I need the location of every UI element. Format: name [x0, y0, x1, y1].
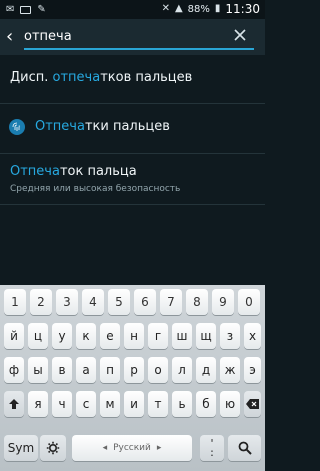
keyboard-row-3: я ч с м и т ь б ю — [0, 391, 265, 417]
fingerprint-icon — [9, 119, 25, 135]
keyboard-number-row: 1 2 3 4 5 6 7 8 9 0 — [0, 289, 265, 315]
backspace-icon — [245, 399, 259, 409]
key-ы[interactable]: ы — [28, 357, 48, 383]
search-input[interactable]: отпеча — [24, 28, 236, 46]
result-title: Отпечаток пальца — [10, 164, 137, 179]
punct-bottom-label: : — [210, 446, 214, 459]
keyboard-icon — [20, 6, 32, 14]
key-е[interactable]: е — [100, 323, 120, 349]
search-bar: ‹ отпеча — [0, 19, 265, 55]
key-б[interactable]: б — [196, 391, 216, 417]
key-ф[interactable]: ф — [4, 357, 24, 383]
result-title: Дисп. отпечатков пальцев — [10, 70, 193, 85]
key-6[interactable]: 6 — [134, 289, 156, 315]
sym-key[interactable]: Sym — [4, 435, 38, 461]
space-left-arrow-icon: ◂ — [102, 443, 108, 453]
key-н[interactable]: н — [124, 323, 144, 349]
space-language-label: Русский — [113, 443, 151, 453]
key-7[interactable]: 7 — [160, 289, 182, 315]
shift-key[interactable] — [4, 391, 24, 417]
key-ю[interactable]: ю — [220, 391, 240, 417]
key-и[interactable]: и — [124, 391, 144, 417]
backspace-key[interactable] — [244, 391, 261, 417]
punctuation-key[interactable]: ' : — [200, 435, 224, 461]
shift-icon — [9, 399, 19, 409]
message-icon: ✉ — [6, 4, 15, 15]
key-р[interactable]: р — [124, 357, 144, 383]
key-ь[interactable]: ь — [172, 391, 192, 417]
key-д[interactable]: д — [196, 357, 216, 383]
key-ч[interactable]: ч — [52, 391, 72, 417]
keyboard-bottom-row: Sym ◂ Русский ▸ ' : — [0, 435, 265, 461]
key-к[interactable]: к — [76, 323, 96, 349]
key-м[interactable]: м — [100, 391, 120, 417]
key-у[interactable]: у — [52, 323, 72, 349]
search-icon — [238, 441, 252, 455]
key-4[interactable]: 4 — [82, 289, 104, 315]
key-5[interactable]: 5 — [108, 289, 130, 315]
keyboard-row-1: й ц у к е н г ш щ з х — [0, 323, 265, 349]
key-т[interactable]: т — [148, 391, 168, 417]
status-left: ✉ ✎ — [6, 3, 46, 17]
signal-icon: ▲ — [174, 3, 183, 14]
key-й[interactable]: й — [4, 323, 24, 349]
key-г[interactable]: г — [148, 323, 168, 349]
battery-level: 88% — [187, 3, 210, 15]
clear-icon[interactable] — [233, 28, 247, 42]
key-ц[interactable]: ц — [28, 323, 48, 349]
space-key[interactable]: ◂ Русский ▸ — [72, 435, 192, 461]
key-л[interactable]: л — [172, 357, 192, 383]
key-о[interactable]: о — [148, 357, 168, 383]
key-с[interactable]: с — [76, 391, 96, 417]
search-underline — [24, 48, 254, 50]
key-э[interactable]: э — [244, 357, 261, 383]
key-9[interactable]: 9 — [212, 289, 234, 315]
key-х[interactable]: х — [244, 323, 261, 349]
key-а[interactable]: а — [76, 357, 96, 383]
key-щ[interactable]: щ — [196, 323, 216, 349]
edit-icon: ✎ — [37, 4, 46, 15]
fingerprint-glyph — [12, 122, 20, 131]
result-item-fingerprint[interactable]: Отпечаток пальца Средняя или высокая без… — [0, 154, 265, 205]
key-8[interactable]: 8 — [186, 289, 208, 315]
settings-key[interactable] — [40, 435, 66, 461]
key-0[interactable]: 0 — [238, 289, 260, 315]
result-item-fingerprint-display[interactable]: Дисп. отпечатков пальцев — [0, 55, 265, 104]
result-subtitle: Средняя или высокая безопасность — [10, 184, 181, 194]
settings-icon — [46, 441, 60, 455]
status-time: 11:30 — [225, 2, 260, 16]
on-screen-keyboard: 1 2 3 4 5 6 7 8 9 0 й ц у к е н г ш щ з … — [0, 285, 265, 471]
key-3[interactable]: 3 — [56, 289, 78, 315]
search-results: Дисп. отпечатков пальцев Отпечатки пальц… — [0, 55, 265, 205]
space-right-arrow-icon: ▸ — [156, 443, 162, 453]
battery-icon: ▮ — [214, 3, 221, 14]
result-title: Отпечатки пальцев — [35, 119, 170, 134]
key-ш[interactable]: ш — [172, 323, 192, 349]
status-right: ✕ ▲ 88% ▮ 11:30 — [162, 2, 260, 16]
key-1[interactable]: 1 — [4, 289, 26, 315]
keyboard-row-2: ф ы в а п р о л д ж э — [0, 357, 265, 383]
search-key[interactable] — [228, 435, 261, 461]
back-icon[interactable]: ‹ — [6, 28, 20, 46]
key-я[interactable]: я — [28, 391, 48, 417]
key-ж[interactable]: ж — [220, 357, 240, 383]
key-2[interactable]: 2 — [30, 289, 52, 315]
key-з[interactable]: з — [220, 323, 240, 349]
key-п[interactable]: п — [100, 357, 120, 383]
result-item-fingerprints[interactable]: Отпечатки пальцев — [0, 104, 265, 154]
mute-icon: ✕ — [161, 3, 170, 14]
status-bar: ✉ ✎ ✕ ▲ 88% ▮ 11:30 — [0, 0, 265, 19]
key-в[interactable]: в — [52, 357, 72, 383]
